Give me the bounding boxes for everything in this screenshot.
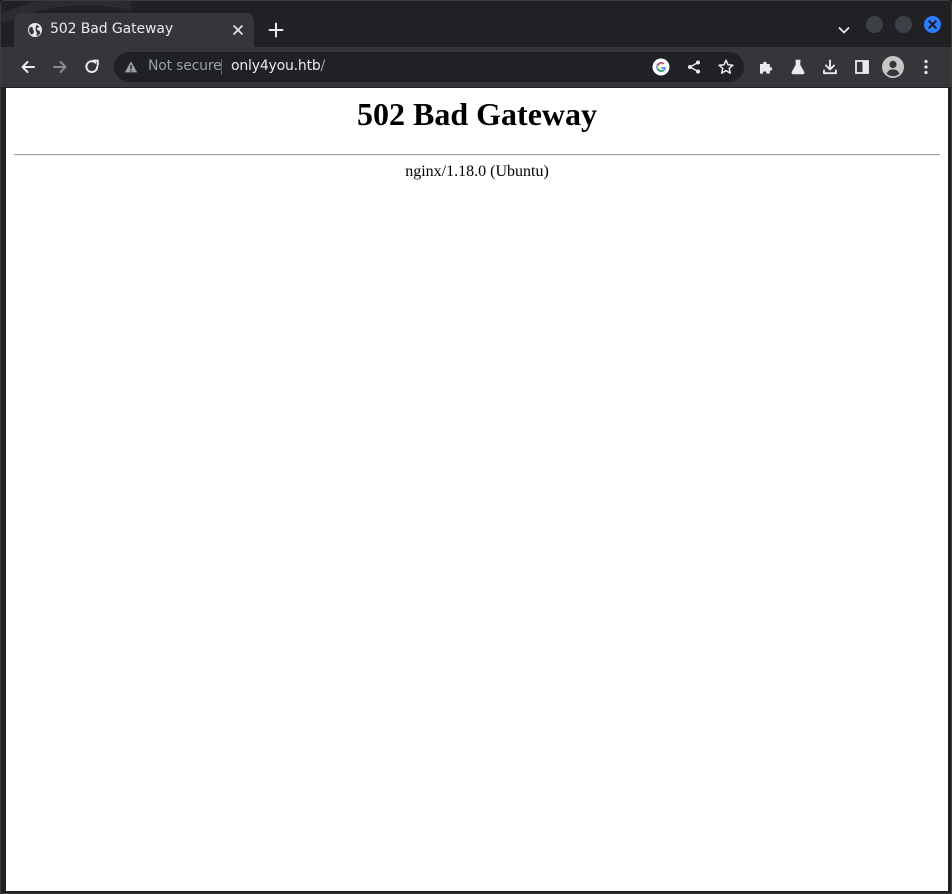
security-status-label[interactable]: Not secure: [148, 58, 222, 74]
kebab-menu-icon[interactable]: [917, 58, 935, 76]
tab-active[interactable]: 502 Bad Gateway: [14, 13, 254, 47]
arrow-right-icon[interactable]: [51, 58, 69, 76]
tab-strip: 502 Bad Gateway: [1, 1, 951, 47]
close-icon: [928, 20, 937, 29]
omnibox-divider: [221, 59, 222, 75]
star-icon[interactable]: [717, 58, 735, 76]
reload-icon[interactable]: [83, 58, 101, 76]
tab-title: 502 Bad Gateway: [50, 21, 174, 37]
url-path: /: [320, 58, 326, 74]
flask-icon[interactable]: [789, 58, 807, 76]
globe-icon: [28, 23, 42, 37]
chevron-down-icon[interactable]: [836, 22, 852, 38]
arrow-left-icon[interactable]: [19, 58, 37, 76]
puzzle-icon[interactable]: [757, 58, 775, 76]
url-host: only4you.htb: [231, 58, 321, 74]
close-tab-icon[interactable]: [231, 23, 245, 37]
close-window-button[interactable]: [924, 16, 941, 33]
side-panel-icon[interactable]: [853, 58, 871, 76]
share-icon[interactable]: [685, 58, 703, 76]
download-icon[interactable]: [821, 58, 839, 76]
warning-icon[interactable]: [124, 60, 138, 74]
google-icon[interactable]: [652, 58, 670, 76]
maximize-button[interactable]: [895, 16, 912, 33]
server-signature: nginx/1.18.0 (Ubuntu): [405, 163, 549, 180]
page-viewport: 502 Bad Gateway nginx/1.18.0 (Ubuntu): [6, 88, 948, 891]
address-bar[interactable]: Not secure only4you.htb/: [114, 52, 744, 82]
url-text[interactable]: only4you.htb/: [231, 58, 325, 74]
avatar-icon[interactable]: [882, 56, 904, 78]
minimize-button[interactable]: [866, 16, 883, 33]
browser-window: 502 Bad Gateway Not secure only4you.htb/…: [0, 0, 952, 894]
browser-toolbar: Not secure only4you.htb/: [1, 47, 951, 87]
page-heading: 502 Bad Gateway: [357, 96, 597, 132]
new-tab-plus-icon[interactable]: [267, 21, 285, 39]
horizontal-rule: [14, 154, 940, 156]
